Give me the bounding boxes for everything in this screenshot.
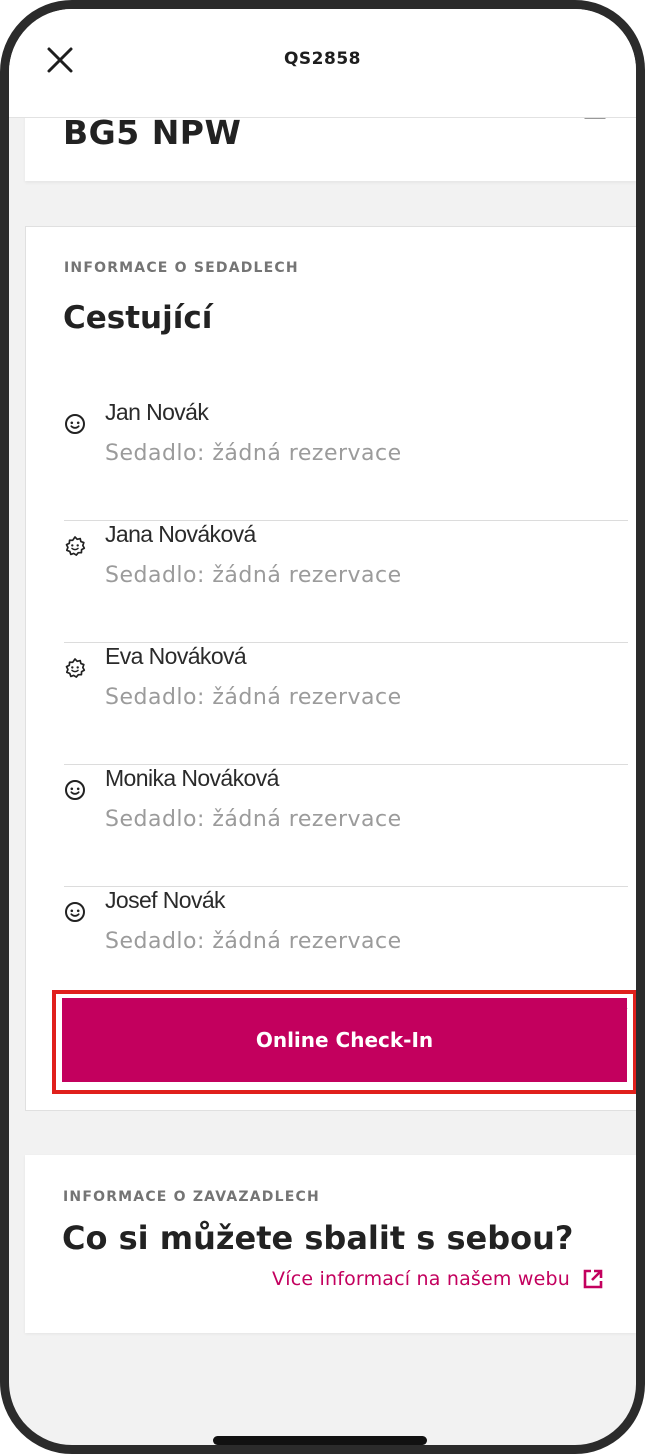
top-bar: QS2858 bbox=[9, 9, 636, 118]
passenger-row: Eva Nováková Sedadlo: žádná rezervace bbox=[64, 643, 628, 765]
passenger-seat: Sedadlo: žádná rezervace bbox=[105, 563, 402, 588]
adult-face-icon bbox=[65, 414, 85, 434]
passenger-row: Jan Novák Sedadlo: žádná rezervace bbox=[64, 399, 628, 521]
passenger-name: Jan Novák bbox=[105, 399, 209, 425]
license-plate: BG5 NPW bbox=[63, 113, 242, 152]
online-checkin-button[interactable]: Online Check-In bbox=[62, 998, 627, 1082]
more-info-link[interactable]: Více informací na našem webu bbox=[272, 1268, 604, 1290]
home-indicator bbox=[213, 1436, 427, 1445]
passenger-seat: Sedadlo: žádná rezervace bbox=[105, 441, 402, 466]
passengers-heading: Cestující bbox=[63, 300, 213, 336]
passenger-row: Monika Nováková Sedadlo: žádná rezervace bbox=[64, 765, 628, 887]
child-face-icon bbox=[65, 536, 86, 556]
external-link-icon bbox=[583, 1269, 603, 1289]
baggage-info-eyebrow: INFORMACE O ZAVAZADLECH bbox=[63, 1189, 320, 1205]
seat-info-card: INFORMACE O SEDADLECH Cestující Jan Nová… bbox=[25, 226, 636, 1111]
passenger-name: Eva Nováková bbox=[105, 643, 247, 669]
flight-number-title: QS2858 bbox=[283, 49, 361, 69]
adult-face-icon bbox=[65, 902, 85, 922]
passenger-seat: Sedadlo: žádná rezervace bbox=[105, 807, 402, 832]
passenger-seat: Sedadlo: žádná rezervace bbox=[105, 929, 402, 954]
baggage-info-card: INFORMACE O ZAVAZADLECH Co si můžete sba… bbox=[25, 1155, 636, 1333]
seat-info-eyebrow: INFORMACE O SEDADLECH bbox=[64, 260, 299, 276]
more-info-link-label: Více informací na našem webu bbox=[272, 1268, 570, 1290]
passenger-name: Jana Nováková bbox=[105, 521, 256, 547]
passenger-row: Jana Nováková Sedadlo: žádná rezervace bbox=[64, 521, 628, 643]
phone-frame: QS2858 BG5 NPW INFORMACE O SEDADLECH Ces… bbox=[0, 0, 645, 1454]
passenger-name: Josef Novák bbox=[105, 887, 226, 913]
child-face-icon bbox=[65, 658, 86, 678]
adult-face-icon bbox=[65, 780, 85, 800]
baggage-heading: Co si můžete sbalit s sebou? bbox=[62, 1219, 574, 1257]
passenger-seat: Sedadlo: žádná rezervace bbox=[105, 685, 402, 710]
passenger-name: Monika Nováková bbox=[105, 765, 279, 791]
